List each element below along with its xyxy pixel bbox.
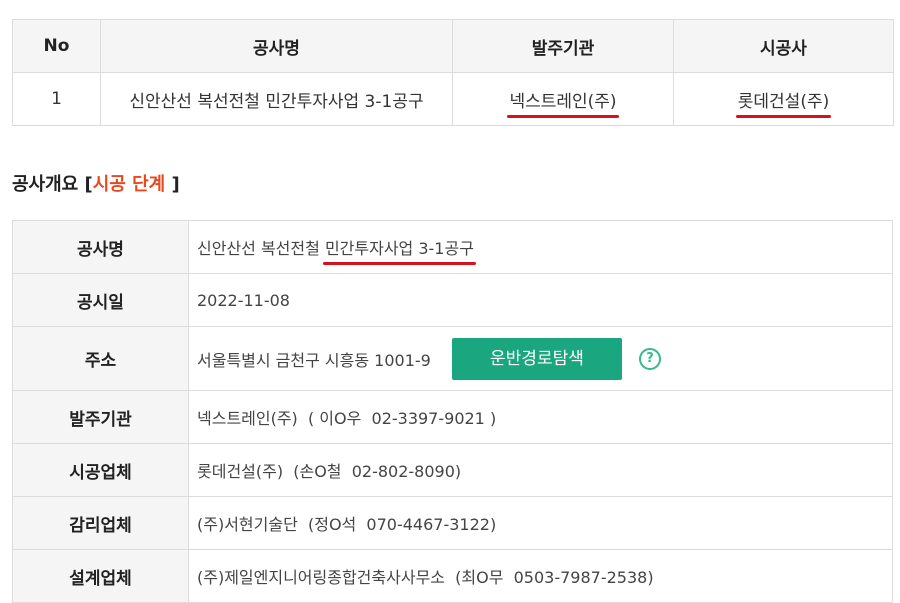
section-title-prefix: 공사개요 [ bbox=[12, 174, 93, 195]
contractor-label: 시공업체 bbox=[12, 443, 189, 497]
section-title-suffix: ] bbox=[165, 174, 180, 195]
project-value-part2: 민간투자사업 3-1공구 bbox=[322, 235, 476, 265]
row-contractor-text: 롯데건설(주) bbox=[735, 87, 832, 118]
summary-table: No 공사명 발주기관 시공사 1 신안산선 복선전철 민간투자사업 3-1공구… bbox=[12, 19, 894, 126]
project-value: 신안산선 복선전철 민간투자사업 3-1공구 bbox=[188, 220, 893, 274]
detail-row-date: 공시일 2022-11-08 bbox=[12, 273, 893, 327]
detail-row-contractor: 시공업체 롯데건설(주) (손O철 02-802-8090) bbox=[12, 443, 893, 497]
detail-row-supervisor: 감리업체 (주)서현기술단 (정O석 070-4467-3122) bbox=[12, 496, 893, 550]
detail-row-address: 주소 서울특별시 금천구 시흥동 1001-9 운반경로탐색 ? bbox=[12, 326, 893, 391]
client-label: 발주기관 bbox=[12, 390, 189, 444]
row-no: 1 bbox=[12, 72, 101, 126]
address-cell: 서울특별시 금천구 시흥동 1001-9 운반경로탐색 ? bbox=[188, 326, 893, 391]
summary-header-row: No 공사명 발주기관 시공사 bbox=[12, 19, 894, 73]
stage-label: 시공 단계 bbox=[92, 174, 166, 195]
row-contractor: 롯데건설(주) bbox=[673, 72, 894, 126]
header-client: 발주기관 bbox=[452, 19, 674, 73]
designer-value: (주)제일엔지니어링종합건축사사무소 (최O무 0503-7987-2538) bbox=[188, 549, 893, 603]
date-label: 공시일 bbox=[12, 273, 189, 327]
route-search-button[interactable]: 운반경로탐색 bbox=[451, 337, 622, 380]
row-client-text: 넥스트레인(주) bbox=[507, 87, 619, 118]
row-project-name[interactable]: 신안산선 복선전철 민간투자사업 3-1공구 bbox=[100, 72, 453, 126]
detail-row-project: 공사명 신안산선 복선전철 민간투자사업 3-1공구 bbox=[12, 220, 893, 274]
supervisor-value: (주)서현기술단 (정O석 070-4467-3122) bbox=[188, 496, 893, 550]
date-value: 2022-11-08 bbox=[188, 273, 893, 327]
detail-table: 공사명 신안산선 복선전철 민간투자사업 3-1공구 공시일 2022-11-0… bbox=[12, 220, 893, 603]
section-title: 공사개요 [시공 단계 ] bbox=[12, 170, 180, 196]
detail-row-client: 발주기관 넥스트레인(주) ( 이O우 02-3397-9021 ) bbox=[12, 390, 893, 444]
project-value-part1: 신안산선 복선전철 bbox=[197, 239, 320, 258]
designer-label: 설계업체 bbox=[12, 549, 189, 603]
header-contractor: 시공사 bbox=[673, 19, 894, 73]
address-value: 서울특별시 금천구 시흥동 1001-9 bbox=[197, 350, 431, 370]
address-label: 주소 bbox=[12, 326, 189, 391]
table-row[interactable]: 1 신안산선 복선전철 민간투자사업 3-1공구 넥스트레인(주) 롯데건설(주… bbox=[12, 72, 894, 126]
header-no: No bbox=[12, 19, 101, 73]
supervisor-label: 감리업체 bbox=[12, 496, 189, 550]
help-icon[interactable]: ? bbox=[639, 347, 662, 370]
contractor-value: 롯데건설(주) (손O철 02-802-8090) bbox=[188, 443, 893, 497]
header-project-name: 공사명 bbox=[100, 19, 453, 73]
detail-row-designer: 설계업체 (주)제일엔지니어링종합건축사사무소 (최O무 0503-7987-2… bbox=[12, 549, 893, 603]
client-value: 넥스트레인(주) ( 이O우 02-3397-9021 ) bbox=[188, 390, 893, 444]
project-label: 공사명 bbox=[12, 220, 189, 274]
row-client: 넥스트레인(주) bbox=[452, 72, 674, 126]
